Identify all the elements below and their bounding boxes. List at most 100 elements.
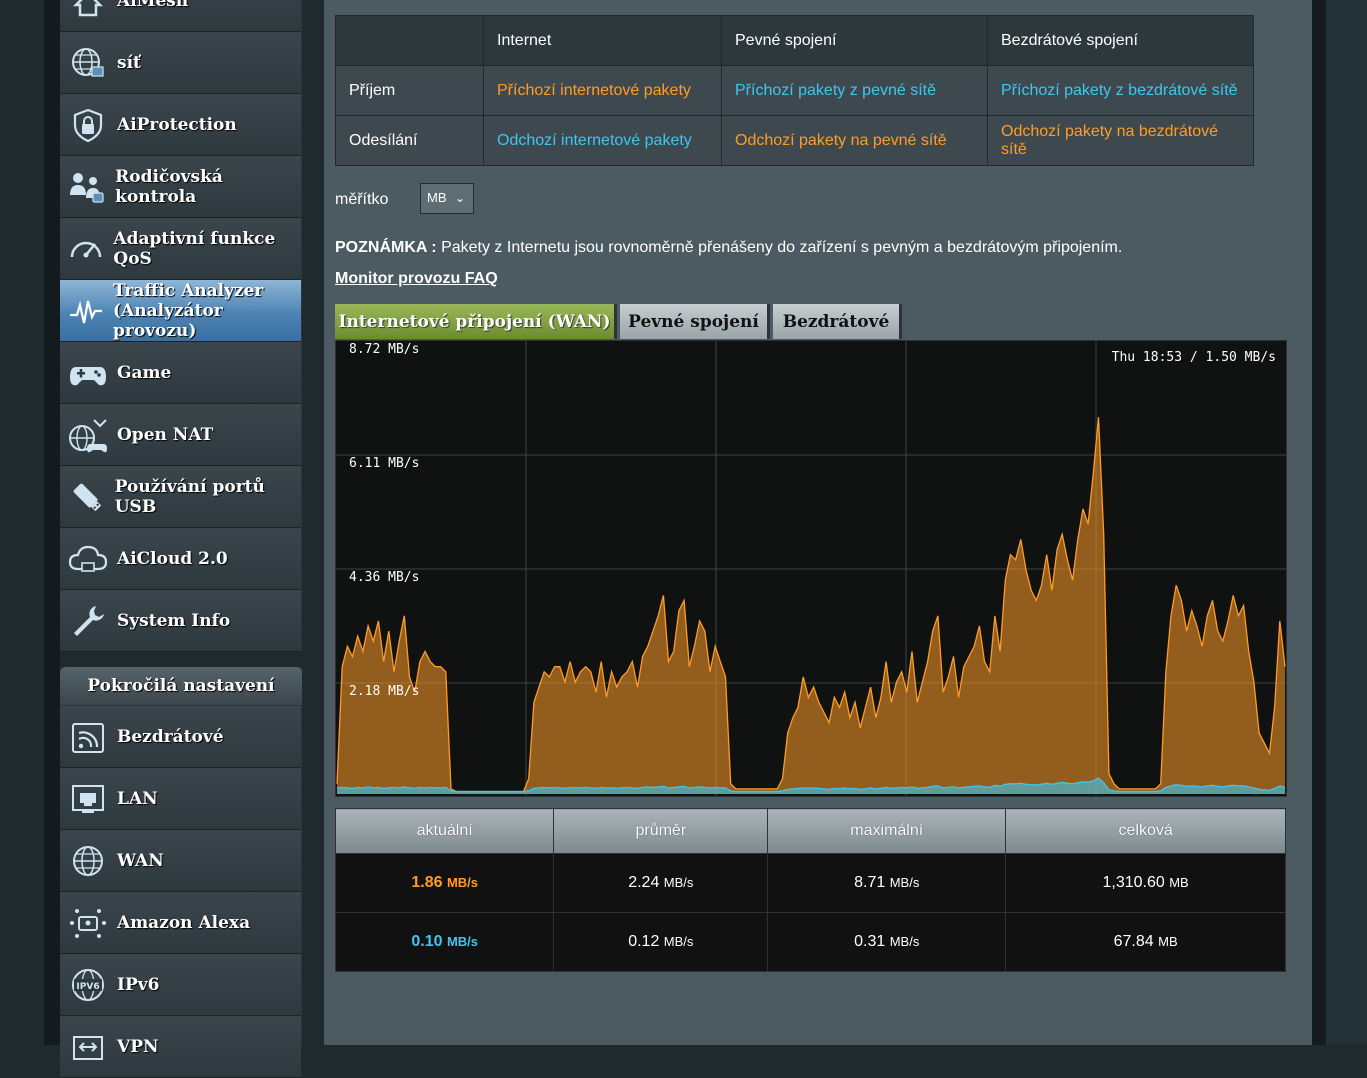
scale-select[interactable]: MB ⌄ (420, 183, 474, 214)
legend-header-wireless: Bezdrátové spojení (987, 15, 1254, 66)
sidebar-item-aimesh[interactable]: AiMesh (60, 0, 301, 32)
sidebar-item-label: Používání portů USB (114, 476, 265, 517)
stats-header-total: celková (1005, 808, 1286, 854)
legend-cell: Odchozí pakety na bezdrátové sítě (987, 115, 1254, 166)
vpn-icon (68, 1027, 108, 1067)
y-tick-label: 8.72 MB/s (349, 342, 420, 357)
sidebar-item-aicloud[interactable]: AiCloud 2.0 (60, 528, 301, 590)
legend-cell: Příchozí internetové pakety (483, 65, 722, 116)
legend-cell: Odchozí pakety na pevné sítě (721, 115, 988, 166)
sidebar-item-label: Game (117, 362, 172, 383)
sidebar: AiMesh síť AiProtection Rodičovská kontr… (60, 0, 302, 1078)
tab-internet-wan[interactable]: Internetové připojení (WAN) (335, 304, 617, 339)
right-frame (1312, 0, 1326, 1045)
y-tick-label: 6.11 MB/s (349, 456, 420, 471)
stats-cell: 8.71 MB/s (767, 853, 1007, 913)
traffic-chart-plot (336, 341, 1286, 796)
stats-value: 0.12 (628, 933, 660, 950)
stats-unit: MB/s (446, 934, 479, 949)
sidebar-item-parental-control[interactable]: Rodičovská kontrola (60, 156, 301, 218)
legend-header-row: Internet Pevné spojení Bezdrátové spojen… (335, 15, 1254, 66)
aimesh-icon (68, 0, 108, 21)
legend-header-internet: Internet (483, 15, 722, 66)
legend-cell: Odchozí internetové pakety (483, 115, 722, 166)
stats-unit: MB/s (663, 875, 694, 890)
sidebar-item-open-nat[interactable]: Open NAT (60, 404, 301, 466)
sidebar-item-vpn[interactable]: VPN (60, 1016, 301, 1078)
sidebar-item-label: Amazon Alexa (117, 912, 251, 933)
sidebar-item-traffic-analyzer[interactable]: Traffic Analyzer (Analyzátor provozu) (60, 280, 301, 342)
sidebar-separator (60, 652, 302, 667)
parental-family-icon (68, 167, 106, 207)
legend-row-send: Odesílání Odchozí internetové pakety Odc… (335, 115, 1254, 166)
svg-text:IPV6: IPV6 (76, 982, 99, 992)
legend-row-label: Odesílání (335, 115, 484, 166)
legend-row-receive: Příjem Příchozí internetové pakety Přích… (335, 65, 1254, 116)
legend-cell: Příchozí pakety z pevné sítě (721, 65, 988, 116)
stats-value: 1,310.60 (1102, 874, 1165, 891)
left-frame (44, 0, 60, 1045)
stats-row-send: 0.10 MB/s 0.12 MB/s 0.31 MB/s 67.84 MB (334, 912, 1286, 972)
traffic-monitor-faq-link[interactable]: Monitor provozu FAQ (335, 270, 498, 288)
wan-globe-icon (68, 841, 108, 881)
wrench-icon (68, 601, 108, 641)
stats-cell: 0.10 MB/s (334, 912, 555, 972)
usb-icon (68, 477, 106, 517)
sidebar-item-lan[interactable]: LAN (60, 768, 301, 830)
stats-cell: 67.84 MB (1005, 912, 1286, 972)
stats-unit: MB (1158, 934, 1178, 949)
y-tick-label: 4.36 MB/s (349, 570, 420, 585)
alexa-icon (68, 903, 108, 943)
sidebar-item-wan[interactable]: WAN (60, 830, 301, 892)
sidebar-item-game[interactable]: Game (60, 342, 301, 404)
sidebar-item-label: LAN (117, 788, 158, 809)
sidebar-item-label: AiMesh (117, 0, 189, 11)
traffic-legend-table: Internet Pevné spojení Bezdrátové spojen… (335, 15, 1254, 166)
stats-header-max: maximální (767, 808, 1007, 854)
sidebar-item-usb[interactable]: Používání portů USB (60, 466, 301, 528)
sidebar-item-label: Bezdrátové (117, 726, 224, 747)
sidebar-item-label: Traffic Analyzer (Analyzátor provozu) (113, 280, 264, 341)
stats-cell: 1,310.60 MB (1005, 853, 1286, 913)
stats-cell: 0.12 MB/s (553, 912, 769, 972)
note-text: POZNÁMKA : Pakety z Internetu jsou rovno… (335, 239, 1122, 257)
tab-wireless[interactable]: Bezdrátové (773, 304, 902, 339)
traffic-chart: 8.72 MB/s 6.11 MB/s 4.36 MB/s 2.18 MB/s … (335, 340, 1287, 797)
wireless-icon (68, 717, 108, 757)
sidebar-item-ipv6[interactable]: IPV6 IPv6 (60, 954, 301, 1016)
stats-header-average: průměr (553, 808, 769, 854)
globe-network-icon (68, 43, 108, 83)
chart-timestamp: Thu 18:53 / 1.50 MB/s (1111, 350, 1276, 365)
sidebar-item-label: síť (117, 52, 141, 73)
stats-value: 2.24 (628, 874, 660, 891)
stats-header-current: aktuální (334, 808, 555, 854)
gamepad-icon (68, 353, 108, 393)
stats-unit: MB/s (663, 934, 694, 949)
stats-value: 1.86 (411, 874, 443, 891)
sidebar-item-label: WAN (117, 850, 164, 871)
stats-unit: MB/s (446, 875, 479, 890)
sidebar-item-wireless[interactable]: Bezdrátové (60, 706, 301, 768)
receive-series-area (337, 417, 1285, 794)
scale-select-value: MB (427, 190, 447, 205)
sidebar-item-label: IPv6 (117, 974, 160, 995)
chevron-down-icon: ⌄ (454, 191, 465, 205)
sidebar-item-network[interactable]: síť (60, 32, 301, 94)
advanced-settings-header: Pokročilá nastavení (60, 667, 302, 705)
legend-cell: Příchozí pakety z bezdrátové sítě (987, 65, 1254, 116)
ipv6-icon: IPV6 (68, 965, 108, 1005)
page-background (1326, 0, 1367, 1045)
cloud-icon (68, 539, 108, 579)
sidebar-item-label: Rodičovská kontrola (115, 166, 223, 207)
stats-cell: 2.24 MB/s (553, 853, 769, 913)
traffic-pulse-icon (68, 291, 104, 331)
sidebar-item-amazon-alexa[interactable]: Amazon Alexa (60, 892, 301, 954)
main-content: Internet Pevné spojení Bezdrátové spojen… (324, 0, 1312, 1045)
sidebar-item-adaptive-qos[interactable]: Adaptivní funkce QoS (60, 218, 301, 280)
legend-row-label: Příjem (335, 65, 484, 116)
sidebar-item-system-info[interactable]: System Info (60, 590, 301, 652)
sidebar-item-label: AiCloud 2.0 (117, 548, 228, 569)
scale-label: měřítko (335, 191, 389, 208)
tab-wired[interactable]: Pevné spojení (620, 304, 770, 339)
sidebar-item-aiprotection[interactable]: AiProtection (60, 94, 301, 156)
